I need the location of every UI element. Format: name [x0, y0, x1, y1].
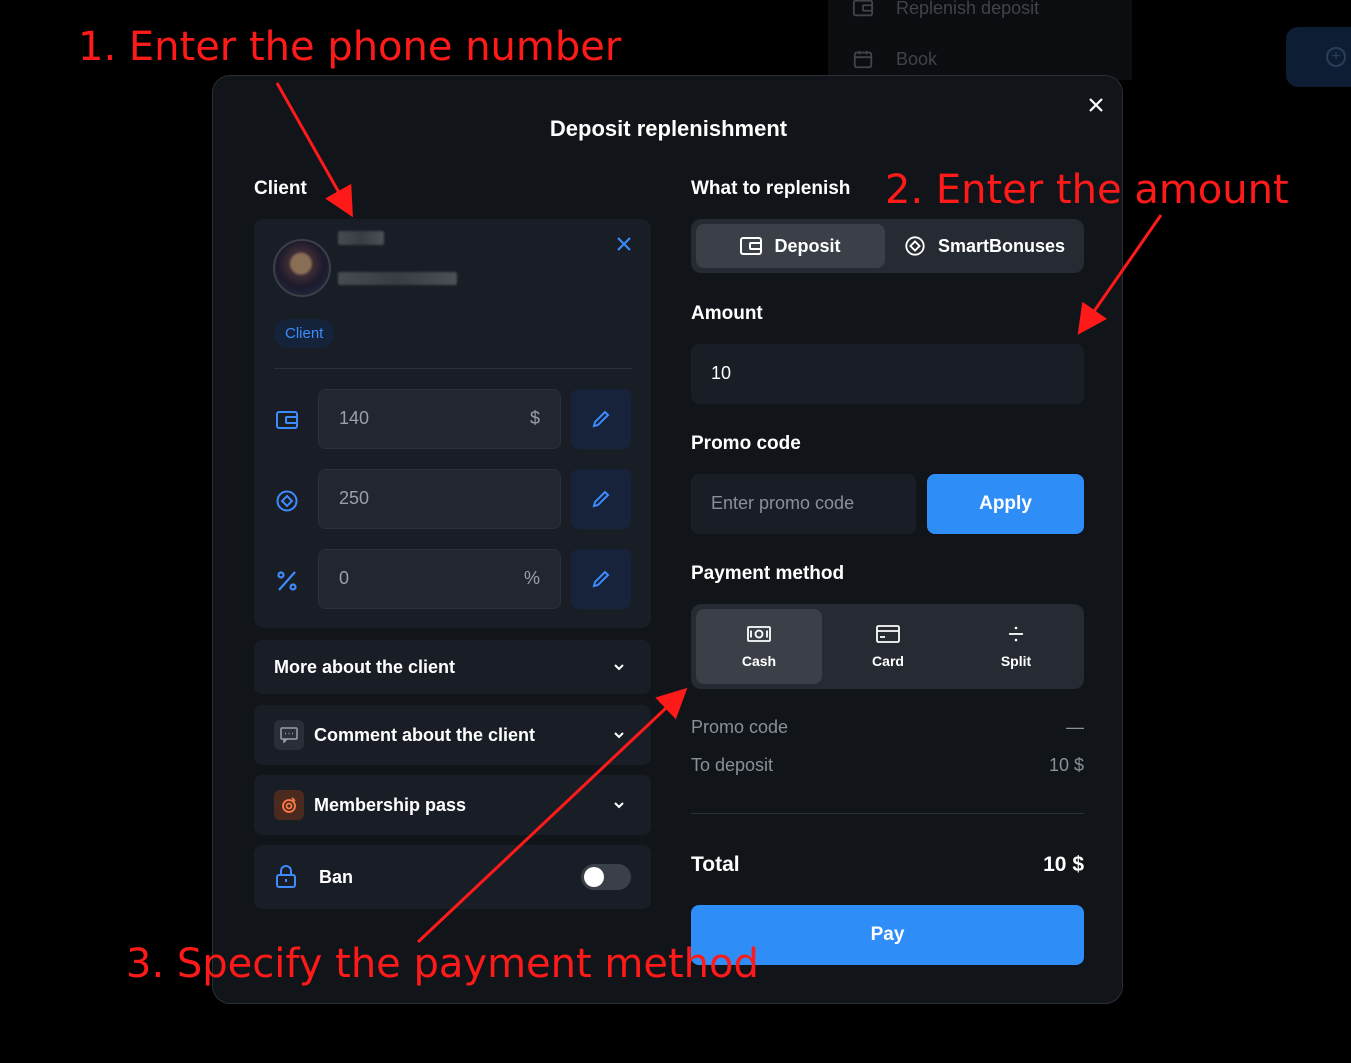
annotation-step-1: 1. Enter the phone number	[78, 24, 622, 70]
menu-item-label: Replenish deposit	[896, 0, 1040, 18]
divider	[691, 813, 1084, 814]
wallet-icon	[275, 409, 299, 436]
cash-icon	[747, 625, 771, 642]
ban-row: Ban	[254, 845, 651, 909]
amount-value: 10	[711, 363, 732, 383]
client-phone	[338, 272, 457, 285]
discount-value: 0	[339, 568, 350, 588]
bonus-icon	[275, 489, 299, 518]
split-option[interactable]: Split	[953, 609, 1079, 684]
calendar-icon	[853, 50, 873, 69]
membership-pass-accordion[interactable]: Membership pass	[254, 775, 651, 835]
discount-unit: %	[523, 568, 540, 588]
divider	[274, 368, 632, 369]
promo-code-input[interactable]: Enter promo code	[691, 474, 916, 534]
percent-icon	[275, 569, 299, 598]
bonus-balance-value: 250	[339, 488, 370, 508]
divide-icon	[1009, 626, 1023, 641]
summary-promo-value: —	[1066, 717, 1084, 737]
total-label: Total	[691, 853, 740, 876]
edit-discount-button[interactable]	[571, 549, 631, 609]
summary-promo-label: Promo code	[691, 717, 789, 737]
edit-deposit-button[interactable]	[571, 389, 631, 449]
client-name	[338, 231, 384, 245]
wallet-icon	[852, 0, 874, 17]
card-option[interactable]: Card	[825, 609, 951, 684]
chevron-down-icon	[614, 664, 624, 671]
ban-toggle[interactable]	[581, 864, 631, 890]
ban-label: Ban	[319, 866, 354, 887]
annotation-step-3: 3. Specify the payment method	[126, 941, 759, 987]
comment-about-client-accordion[interactable]: Comment about the client	[254, 705, 651, 765]
deposit-balance-unit: $	[529, 408, 540, 428]
pencil-icon	[592, 570, 610, 588]
client-card: Client 140 $ 250 0 %	[254, 219, 651, 628]
replenish-section-label: What to replenish	[691, 178, 851, 199]
close-button[interactable]	[1085, 94, 1107, 116]
deposit-modal: Deposit replenishment Client Client 140 …	[212, 75, 1123, 1004]
amount-label: Amount	[691, 303, 763, 324]
membership-icon	[274, 790, 304, 820]
menu-item-label: Book	[896, 48, 938, 69]
option-label: Card	[872, 652, 904, 669]
plus-icon: +	[1326, 47, 1346, 67]
deposit-option[interactable]: Deposit	[696, 224, 885, 268]
promo-code-placeholder: Enter promo code	[711, 493, 855, 513]
add-button: +	[1286, 27, 1351, 87]
promo-code-label: Promo code	[691, 433, 801, 454]
card-icon	[876, 624, 900, 643]
accordion-label: Membership pass	[314, 794, 467, 815]
payment-method-selector: Cash Card Split	[691, 604, 1084, 689]
close-icon	[1089, 98, 1103, 112]
summary-deposit-label: To deposit	[691, 755, 774, 775]
pencil-icon	[592, 410, 610, 428]
client-section-label: Client	[254, 178, 307, 199]
modal-title: Deposit replenishment	[549, 116, 788, 141]
bonus-balance-field: 250	[318, 469, 561, 529]
payment-method-label: Payment method	[691, 563, 845, 584]
accordion-label: More about the client	[274, 656, 456, 677]
summary-deposit-value: 10 $	[1048, 755, 1084, 775]
option-label: Cash	[741, 652, 777, 669]
menu-item-book: Book	[852, 48, 937, 70]
amount-input[interactable]: 10	[691, 344, 1084, 404]
comment-icon	[274, 720, 304, 750]
close-icon	[617, 237, 631, 251]
lock-icon	[276, 865, 296, 888]
deposit-balance-value: 140	[339, 408, 370, 428]
toggle-knob	[584, 867, 604, 887]
annotation-step-2: 2. Enter the amount	[885, 167, 1289, 213]
option-label: Deposit	[774, 235, 841, 256]
edit-bonus-button[interactable]	[571, 469, 631, 529]
apply-button[interactable]: Apply	[927, 474, 1084, 534]
option-label: Split	[1000, 652, 1032, 669]
deposit-balance-field: 140 $	[318, 389, 561, 449]
chevron-down-icon	[614, 732, 624, 739]
chevron-down-icon	[614, 802, 624, 809]
option-label: SmartBonuses	[937, 235, 1066, 256]
client-badge: Client	[274, 319, 335, 348]
wallet-icon	[740, 237, 763, 255]
pencil-icon	[592, 490, 610, 508]
avatar	[273, 239, 331, 297]
bonus-icon	[905, 236, 925, 256]
background-menu: Replenish deposit Book	[828, 0, 1132, 80]
remove-client-button[interactable]	[616, 236, 632, 257]
total-value: 10 $	[1043, 853, 1084, 876]
menu-item-replenish-deposit: Replenish deposit	[852, 0, 1039, 19]
accordion-label: Comment about the client	[314, 724, 536, 745]
smartbonuses-option[interactable]: SmartBonuses	[890, 224, 1079, 268]
more-about-client-accordion[interactable]: More about the client	[254, 640, 651, 694]
replenish-type-selector: Deposit SmartBonuses	[691, 219, 1084, 273]
cash-option[interactable]: Cash	[696, 609, 822, 684]
discount-field: 0 %	[318, 549, 561, 609]
